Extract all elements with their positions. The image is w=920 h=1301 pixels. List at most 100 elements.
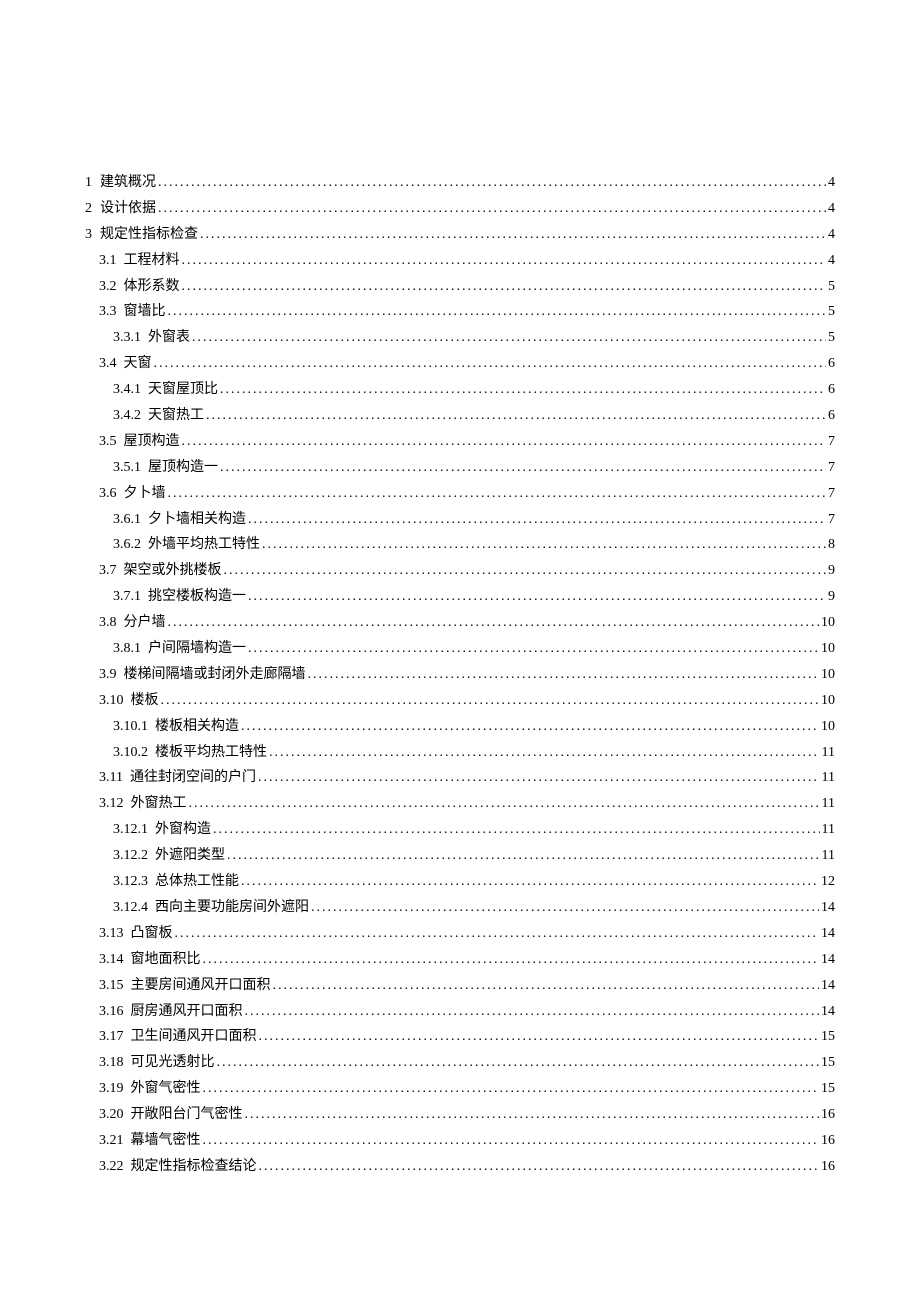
toc-entry: 3.11通往封闭空间的户门11 bbox=[85, 765, 835, 791]
toc-leader-dots bbox=[241, 714, 819, 740]
toc-entry: 3.8.1户间隔墙构造一10 bbox=[85, 636, 835, 662]
toc-leader-dots bbox=[175, 921, 820, 947]
toc-entry-number: 3.18 bbox=[99, 1050, 124, 1076]
toc-entry-page: 7 bbox=[828, 481, 835, 507]
toc-entry-page: 11 bbox=[822, 843, 835, 869]
toc-leader-dots bbox=[273, 973, 820, 999]
toc-entry: 3.7.1挑空楼板构造一9 bbox=[85, 584, 835, 610]
toc-entry: 3.16厨房通风开口面积14 bbox=[85, 999, 835, 1025]
toc-entry-page: 8 bbox=[828, 532, 835, 558]
toc-entry-page: 10 bbox=[821, 610, 835, 636]
toc-entry: 3.12外窗热工11 bbox=[85, 791, 835, 817]
toc-entry-page: 7 bbox=[828, 455, 835, 481]
toc-entry: 3.12.4西向主要功能房间外遮阳14 bbox=[85, 895, 835, 921]
toc-entry: 3.15主要房间通风开口面积14 bbox=[85, 973, 835, 999]
toc-entry-number: 3 bbox=[85, 222, 93, 248]
toc-entry-title: 外窗表 bbox=[148, 325, 190, 351]
toc-entry-title: 楼板平均热工特性 bbox=[155, 740, 267, 766]
toc-entry-page: 10 bbox=[821, 662, 835, 688]
toc-entry-page: 9 bbox=[828, 584, 835, 610]
toc-leader-dots bbox=[168, 481, 827, 507]
toc-entry-page: 7 bbox=[828, 429, 835, 455]
toc-leader-dots bbox=[227, 843, 820, 869]
toc-leader-dots bbox=[259, 1154, 820, 1180]
toc-entry-title: 天窗 bbox=[124, 351, 152, 377]
toc-entry-page: 16 bbox=[821, 1154, 835, 1180]
toc-entry-title: 天窗屋顶比 bbox=[148, 377, 218, 403]
toc-leader-dots bbox=[154, 351, 827, 377]
toc-leader-dots bbox=[248, 584, 826, 610]
toc-entry: 3.4.1天窗屋顶比6 bbox=[85, 377, 835, 403]
toc-leader-dots bbox=[259, 1024, 820, 1050]
toc-entry-page: 11 bbox=[822, 765, 835, 791]
toc-entry-number: 3.12.4 bbox=[113, 895, 148, 921]
toc-leader-dots bbox=[248, 636, 819, 662]
toc-entry: 3.12.1外窗构造11 bbox=[85, 817, 835, 843]
toc-entry: 3.22规定性指标检查结论16 bbox=[85, 1154, 835, 1180]
toc-entry: 3.13凸窗板14 bbox=[85, 921, 835, 947]
toc-entry-number: 3.10 bbox=[99, 688, 124, 714]
toc-entry-title: 夕卜墙 bbox=[124, 481, 166, 507]
toc-leader-dots bbox=[241, 869, 819, 895]
toc-entry: 2设计依据4 bbox=[85, 196, 835, 222]
toc-entry: 3.12.2 外遮阳类型 11 bbox=[85, 843, 835, 869]
toc-entry-number: 3.6.2 bbox=[113, 532, 141, 558]
toc-entry-title: 楼板 bbox=[131, 688, 159, 714]
toc-leader-dots bbox=[158, 170, 826, 196]
toc-entry-number: 3.20 bbox=[99, 1102, 124, 1128]
toc-entry-number: 3.4.2 bbox=[113, 403, 141, 429]
toc-entry-title: 幕墙气密性 bbox=[131, 1128, 201, 1154]
toc-entry: 3.8 分户墙 10 bbox=[85, 610, 835, 636]
toc-entry-number: 3.10.1 bbox=[113, 714, 148, 740]
toc-entry-title: 开敞阳台门气密性 bbox=[131, 1102, 243, 1128]
toc-entry: 1建筑概况4 bbox=[85, 170, 835, 196]
toc-entry-number: 3.2 bbox=[99, 274, 117, 300]
toc-entry-title: 规定性指标检查 bbox=[100, 222, 198, 248]
toc-entry-title: 建筑概况 bbox=[100, 170, 156, 196]
toc-entry-page: 10 bbox=[821, 714, 835, 740]
toc-entry-title: 外窗热工 bbox=[131, 791, 187, 817]
toc-entry-title: 天窗热工 bbox=[148, 403, 204, 429]
toc-entry-number: 3.3.1 bbox=[113, 325, 141, 351]
toc-entry-page: 16 bbox=[821, 1128, 835, 1154]
toc-entry-page: 14 bbox=[821, 921, 835, 947]
toc-entry-page: 6 bbox=[828, 377, 835, 403]
toc-entry-title: 体形系数 bbox=[124, 274, 180, 300]
toc-entry-number: 3.12.2 bbox=[113, 843, 148, 869]
toc-leader-dots bbox=[224, 558, 827, 584]
toc-leader-dots bbox=[245, 1102, 820, 1128]
toc-entry-number: 3.5 bbox=[99, 429, 117, 455]
toc-entry: 3.4天窗6 bbox=[85, 351, 835, 377]
toc-entry-page: 4 bbox=[828, 170, 835, 196]
toc-entry-title: 分户墙 bbox=[124, 610, 166, 636]
toc-entry-page: 14 bbox=[821, 947, 835, 973]
toc-entry: 3.3窗墙比5 bbox=[85, 299, 835, 325]
toc-entry-page: 4 bbox=[828, 222, 835, 248]
toc-entry: 3.5.1屋顶构造一7 bbox=[85, 455, 835, 481]
toc-entry-page: 5 bbox=[828, 274, 835, 300]
toc-leader-dots bbox=[262, 532, 826, 558]
toc-entry-number: 3.21 bbox=[99, 1128, 124, 1154]
toc-entry-title: 规定性指标检查结论 bbox=[131, 1154, 257, 1180]
toc-entry-title: 屋顶构造一 bbox=[148, 455, 218, 481]
toc-entry: 3.5屋顶构造7 bbox=[85, 429, 835, 455]
toc-entry: 3 规定性指标检查 4 bbox=[85, 222, 835, 248]
toc-entry-title: 户间隔墙构造一 bbox=[148, 636, 246, 662]
toc-entry-title: 外窗气密性 bbox=[131, 1076, 201, 1102]
toc-entry-number: 3.8 bbox=[99, 610, 117, 636]
toc-entry: 3.20开敞阳台门气密性16 bbox=[85, 1102, 835, 1128]
toc-entry-page: 11 bbox=[822, 817, 835, 843]
toc-entry-number: 3.1 bbox=[99, 248, 117, 274]
toc-entry: 3.7架空或外挑楼板9 bbox=[85, 558, 835, 584]
toc-entry-number: 3.12 bbox=[99, 791, 124, 817]
toc-entry-title: 通往封闭空间的户门 bbox=[130, 765, 256, 791]
toc-entry-number: 3.12.1 bbox=[113, 817, 148, 843]
toc-entry-title: 外遮阳类型 bbox=[155, 843, 225, 869]
toc-entry-page: 9 bbox=[828, 558, 835, 584]
toc-leader-dots bbox=[192, 325, 826, 351]
toc-entry-page: 10 bbox=[821, 688, 835, 714]
toc-entry: 3.6夕卜墙7 bbox=[85, 481, 835, 507]
toc-entry-number: 3.13 bbox=[99, 921, 124, 947]
toc-entry-page: 15 bbox=[821, 1024, 835, 1050]
toc-entry: 3.10.1楼板相关构造10 bbox=[85, 714, 835, 740]
